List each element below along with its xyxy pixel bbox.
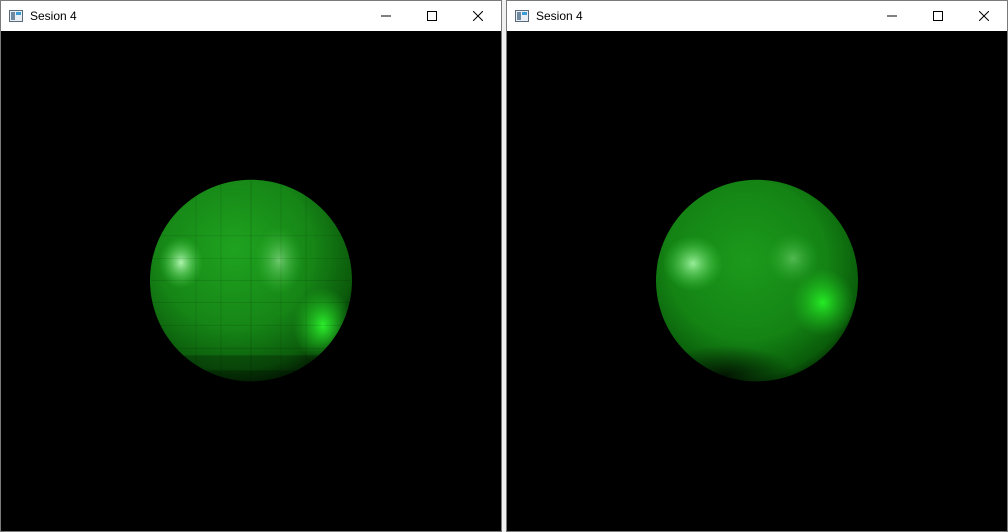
minimize-button[interactable] (363, 1, 409, 31)
maximize-button[interactable] (409, 1, 455, 31)
title-bar[interactable]: Sesion 4 (1, 1, 501, 31)
maximize-icon (427, 11, 437, 21)
opengl-canvas[interactable] (1, 31, 501, 531)
window-title: Sesion 4 (536, 9, 583, 23)
opengl-canvas[interactable] (507, 31, 1007, 531)
window-smooth-sphere[interactable]: Sesion 4 (506, 0, 1008, 532)
minimize-button[interactable] (869, 1, 915, 31)
maximize-button[interactable] (915, 1, 961, 31)
close-button[interactable] (961, 1, 1007, 31)
minimize-icon (381, 15, 391, 17)
close-button[interactable] (455, 1, 501, 31)
maximize-icon (933, 11, 943, 21)
flat-shaded-sphere-render (150, 179, 352, 382)
close-icon (979, 11, 989, 21)
app-icon (515, 10, 529, 22)
smooth-shaded-sphere-render (656, 179, 858, 382)
window-flat-sphere[interactable]: Sesion 4 (0, 0, 502, 532)
minimize-icon (887, 15, 897, 17)
window-title: Sesion 4 (30, 9, 77, 23)
title-bar[interactable]: Sesion 4 (507, 1, 1007, 31)
close-icon (473, 11, 483, 21)
app-icon (9, 10, 23, 22)
desktop: Sesion 4 Sesion 4 (0, 0, 1008, 532)
